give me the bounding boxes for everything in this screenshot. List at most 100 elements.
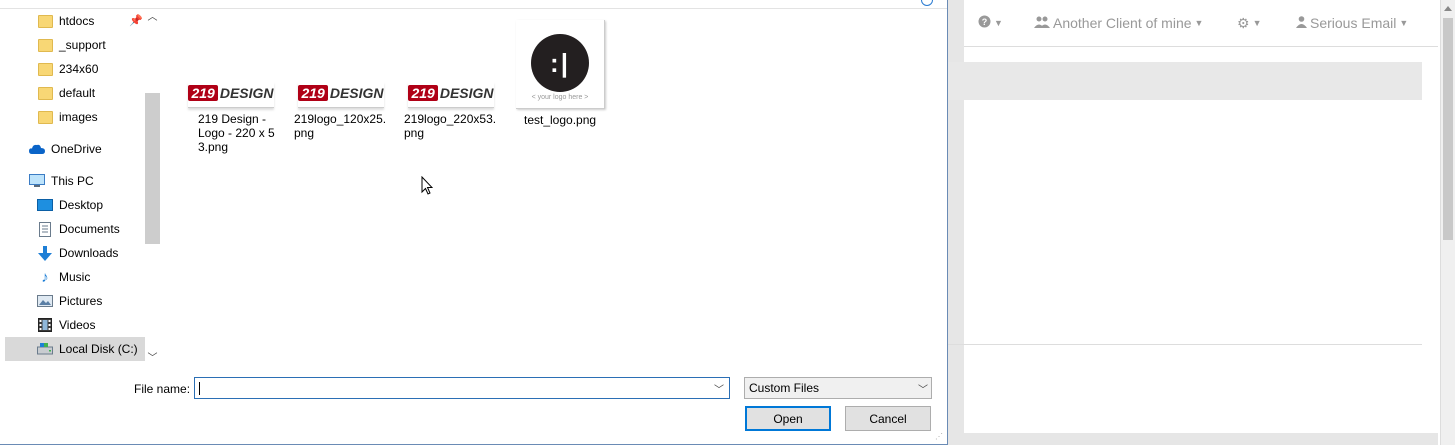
downloads-icon — [37, 245, 53, 261]
logo-219-design: 219 DESIGN — [188, 82, 274, 108]
background-web-app: ? ▼ Another Client of mine ▼ ⚙ ▼ Serious… — [948, 0, 1455, 445]
horizontal-scrollbar[interactable] — [948, 433, 1438, 445]
pictures-icon — [37, 293, 53, 309]
music-icon: ♪ — [41, 268, 49, 286]
file-name: test_logo.png — [524, 113, 597, 127]
chevron-down-icon: ▼ — [1194, 18, 1204, 28]
file-type-select[interactable]: Custom Files ﹀ — [744, 377, 932, 399]
cancel-button[interactable]: Cancel — [845, 406, 931, 431]
nav-item-onedrive[interactable]: OneDrive — [5, 137, 145, 161]
logo-placeholder-circle: :| — [531, 34, 589, 92]
drive-icon — [37, 341, 53, 357]
open-button[interactable]: Open — [745, 406, 831, 431]
file-type-value: Custom Files — [749, 381, 820, 395]
users-icon — [1034, 15, 1050, 31]
chevron-down-icon[interactable]: ﹀ — [711, 378, 727, 398]
help-menu[interactable]: ? ▼ — [978, 14, 1003, 32]
nav-item-htdocs[interactable]: htdocs 📌 — [5, 9, 145, 33]
file-thumbnail: 219 DESIGN — [184, 20, 278, 108]
file-item[interactable]: 219 DESIGN 219logo_120x25.png — [294, 20, 398, 140]
user-menu[interactable]: Serious Email ▼ — [1296, 14, 1408, 32]
vertical-scrollbar[interactable] — [1440, 0, 1455, 445]
nav-item-desktop[interactable]: Desktop — [5, 193, 145, 217]
nav-item-label: Documents — [59, 222, 120, 236]
content-header-bar — [948, 62, 1422, 100]
folder-icon — [37, 109, 53, 125]
nav-item-label: Music — [59, 270, 91, 284]
navigation-scrollbar[interactable]: ︿ ﹀ — [145, 10, 160, 365]
file-open-dialog: htdocs 📌 _support 234x60 default images … — [0, 0, 948, 445]
question-circle-icon: ? — [978, 15, 991, 31]
scrollbar-thumb[interactable] — [1443, 18, 1453, 240]
app-top-navbar: ? ▼ Another Client of mine ▼ ⚙ ▼ Serious… — [948, 0, 1438, 47]
nav-item-pictures[interactable]: Pictures — [5, 289, 145, 313]
file-item[interactable]: :| < your logo here > test_logo.png — [516, 20, 620, 127]
logo-placeholder-caption: < your logo here > — [531, 94, 589, 101]
chevron-down-icon[interactable]: ﹀ — [147, 354, 158, 364]
chevron-down-icon: ▼ — [1399, 18, 1409, 28]
user-menu-label: Serious Email — [1310, 15, 1397, 31]
nav-item-label: default — [59, 86, 96, 100]
nav-item-videos[interactable]: Videos — [5, 313, 145, 337]
nav-item-label: Local Disk (C:) — [59, 342, 138, 356]
file-name: 219logo_220x53.png — [404, 112, 497, 140]
dialog-header-edge — [0, 0, 947, 9]
content-divider — [948, 344, 1422, 345]
nav-item-images[interactable]: images — [5, 105, 145, 129]
nav-item-downloads[interactable]: Downloads — [5, 241, 145, 265]
file-list-area: 219 DESIGN 219 Design - Logo - 220 x 53.p… — [170, 10, 945, 365]
nav-item-support[interactable]: _support — [5, 33, 145, 57]
nav-item-default[interactable]: default — [5, 81, 145, 105]
nav-item-local-disk[interactable]: Local Disk (C:) — [5, 337, 145, 361]
nav-item-label: Downloads — [59, 246, 119, 260]
computer-icon — [29, 173, 45, 189]
chevron-down-icon: ▼ — [994, 18, 1003, 28]
nav-item-label: htdocs — [59, 14, 95, 28]
file-item[interactable]: 219 DESIGN 219 Design - Logo - 220 x 53.p… — [184, 20, 288, 154]
nav-item-music[interactable]: ♪ Music — [5, 265, 145, 289]
nav-item-234x60[interactable]: 234x60 — [5, 57, 145, 81]
desktop-icon — [37, 197, 53, 213]
file-thumbnail: 219 DESIGN — [294, 20, 388, 108]
resize-grip-icon[interactable]: ⋰ — [935, 432, 945, 442]
text-caret — [199, 382, 200, 395]
file-thumbnail: :| < your logo here > — [516, 20, 605, 109]
pin-icon[interactable]: 📌 — [129, 14, 143, 27]
navigation-pane: htdocs 📌 _support 234x60 default images … — [5, 10, 145, 365]
chevron-up-icon[interactable]: ︿ — [147, 13, 158, 23]
navigation-scrollbar-thumb[interactable] — [145, 93, 160, 244]
folder-icon — [37, 61, 53, 77]
nav-item-label: _support — [59, 38, 106, 52]
nav-item-label: 234x60 — [59, 62, 99, 76]
file-name-label: File name: — [134, 382, 191, 396]
logo-219-design: 219 DESIGN — [298, 82, 384, 108]
folder-icon — [37, 13, 53, 29]
nav-item-label: Pictures — [59, 294, 103, 308]
nav-item-label: images — [59, 110, 98, 124]
nav-item-label: This PC — [51, 174, 94, 188]
nav-item-this-pc[interactable]: This PC — [5, 169, 145, 193]
file-name: 219 Design - Logo - 220 x 53.png — [198, 112, 275, 154]
chevron-down-icon: ▼ — [1252, 18, 1262, 28]
gear-icon: ⚙ — [1237, 14, 1250, 31]
file-name: 219logo_120x25.png — [294, 112, 387, 140]
folder-icon — [37, 85, 53, 101]
file-thumbnail: 219 DESIGN — [404, 20, 498, 108]
file-name-input[interactable]: ﹀ — [194, 377, 730, 399]
nav-item-label: Videos — [59, 318, 96, 332]
nav-item-documents[interactable]: Documents — [5, 217, 145, 241]
client-menu[interactable]: Another Client of mine ▼ — [1034, 14, 1203, 32]
documents-icon — [37, 221, 53, 237]
settings-menu[interactable]: ⚙ ▼ — [1237, 14, 1261, 32]
nav-item-label: Desktop — [59, 198, 104, 212]
logo-219-design: 219 DESIGN — [408, 82, 494, 108]
nav-item-label: OneDrive — [51, 142, 102, 156]
chevron-down-icon: ﹀ — [918, 385, 928, 396]
videos-icon — [37, 317, 53, 333]
file-item[interactable]: 219 DESIGN 219logo_220x53.png — [404, 20, 508, 140]
onedrive-icon — [29, 141, 45, 157]
user-icon — [1296, 15, 1307, 31]
svg-text:?: ? — [982, 17, 988, 27]
scroll-up-arrow-icon[interactable] — [1444, 6, 1452, 11]
mouse-pointer-icon — [421, 176, 433, 195]
